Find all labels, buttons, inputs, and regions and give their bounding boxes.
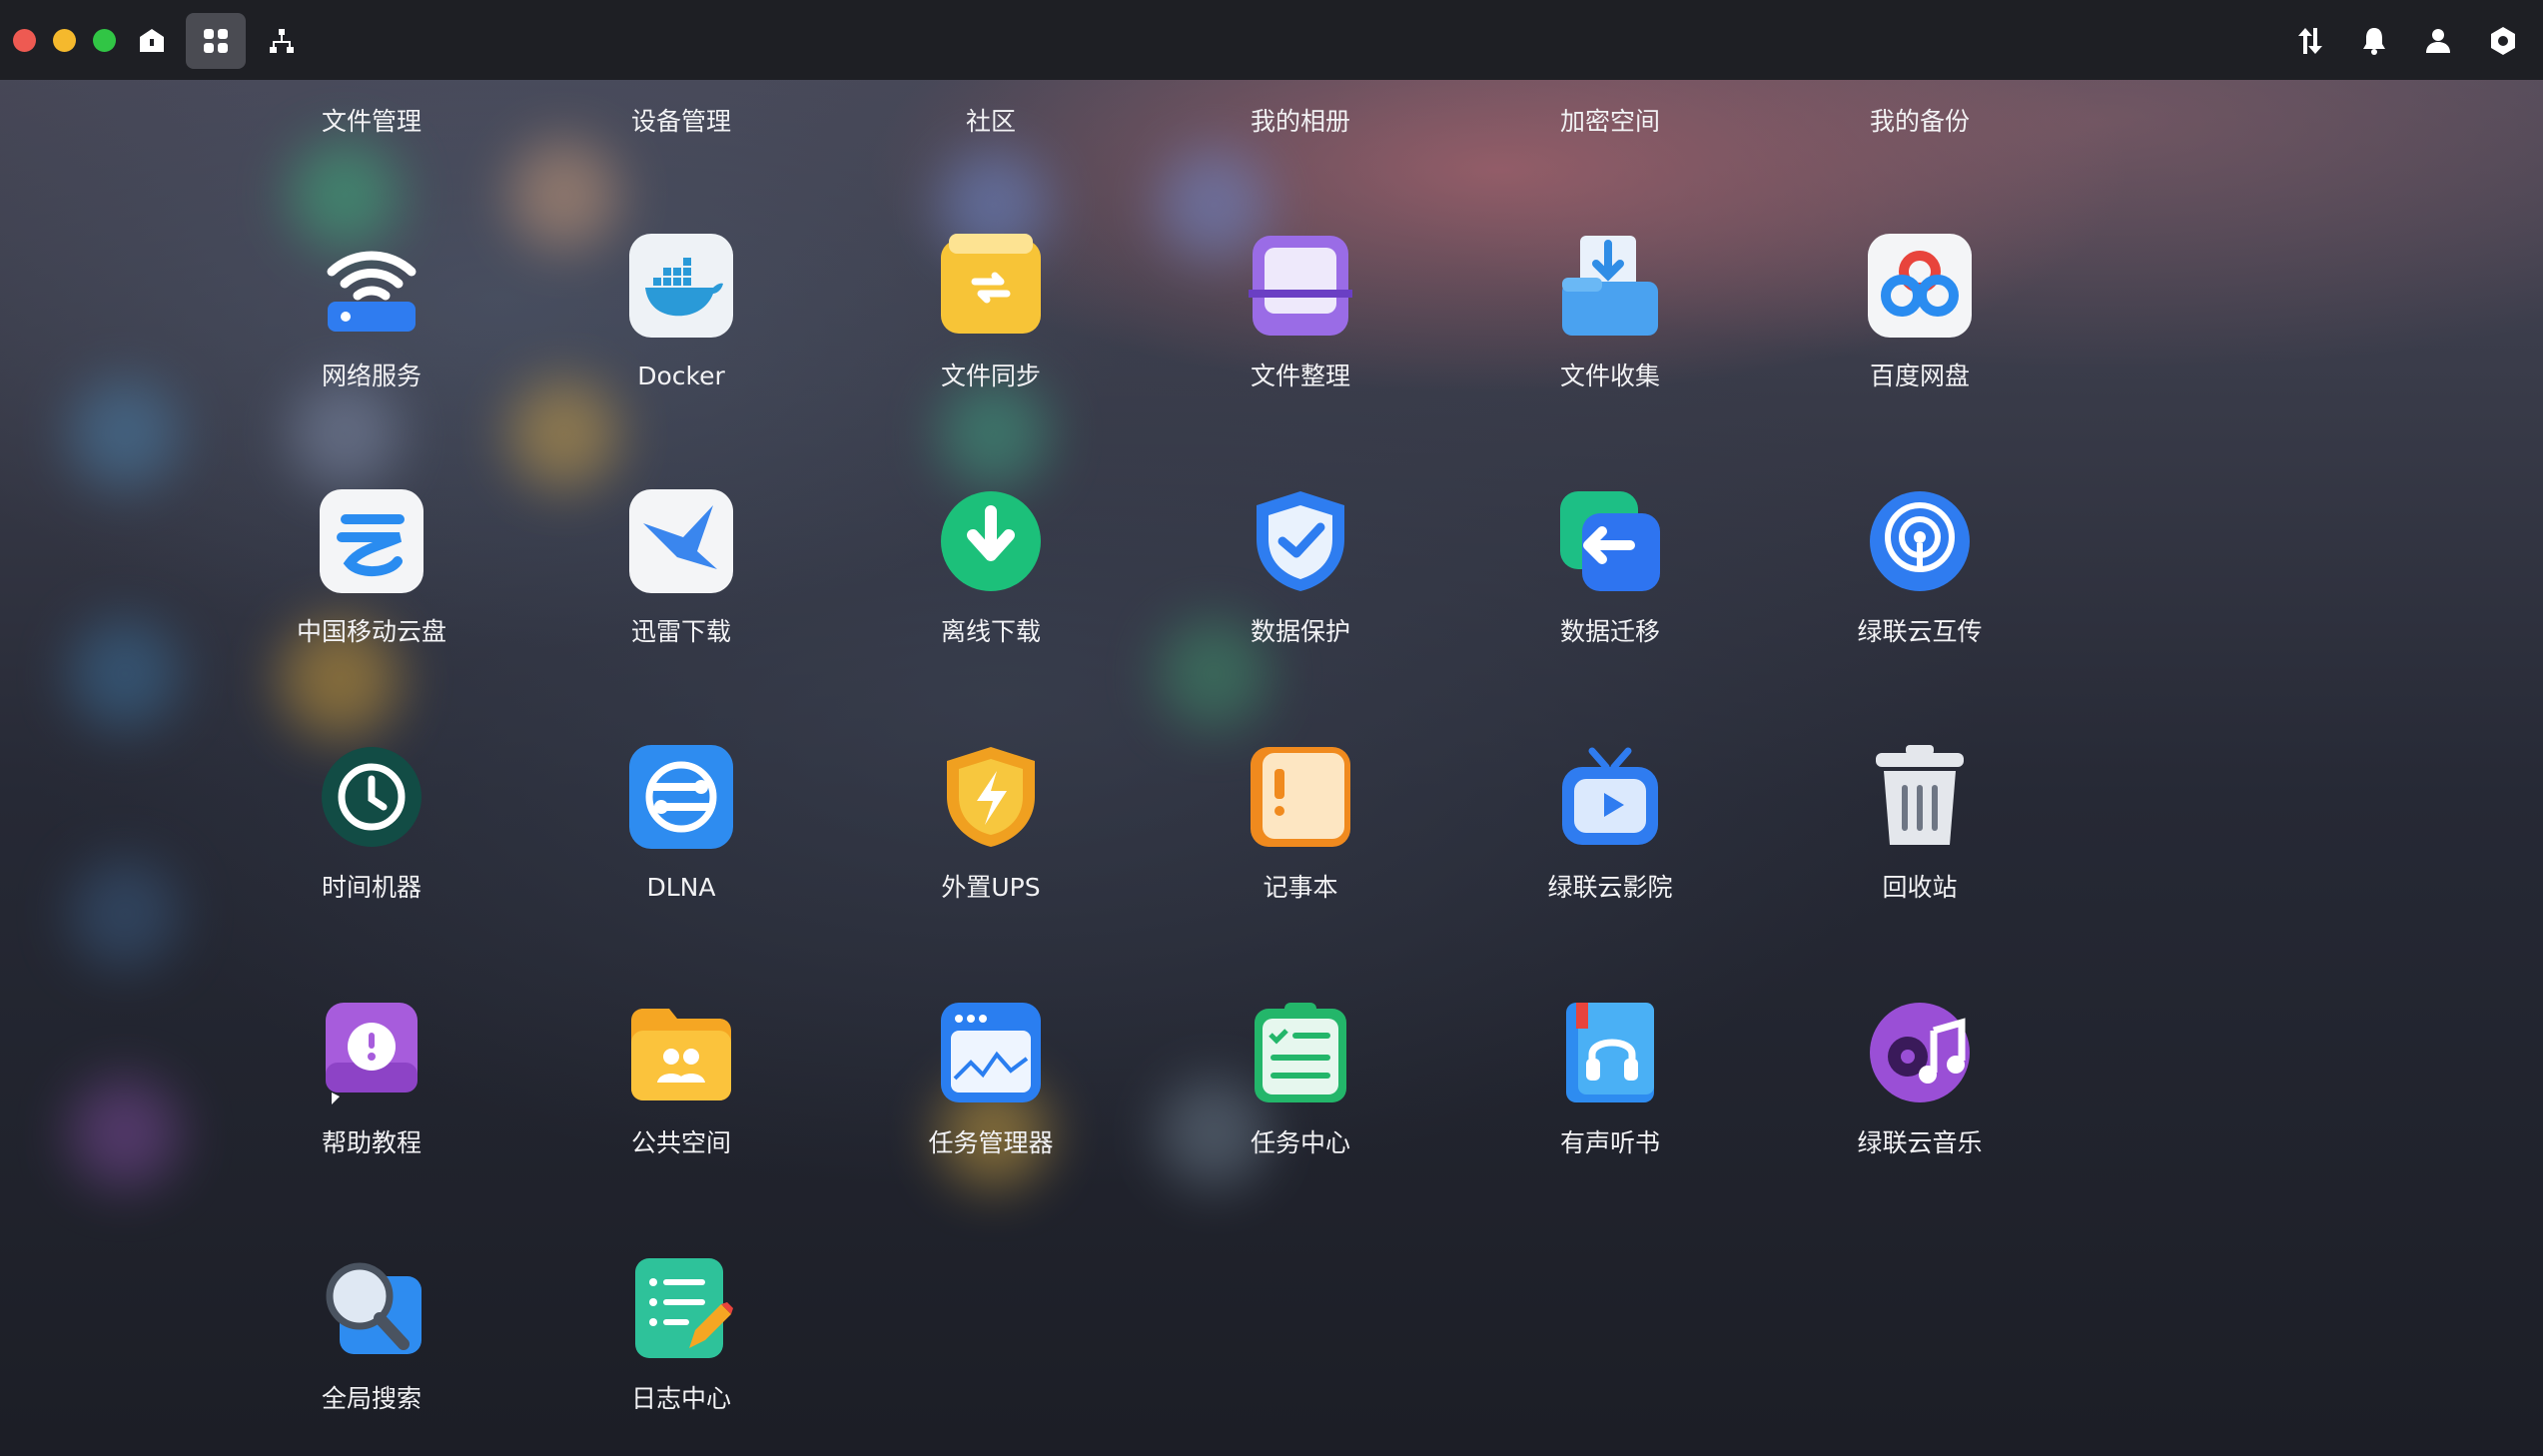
app-tile-22[interactable]: 有声听书 — [1490, 1001, 1730, 1200]
tv-play-icon — [1558, 745, 1662, 849]
app-tile-4[interactable]: 文件收集 — [1490, 234, 1730, 433]
audiobook-icon — [1558, 1001, 1662, 1104]
docker-whale-icon — [629, 234, 733, 338]
china-mobile-cloud-icon — [320, 489, 424, 593]
app-label: 网络服务 — [321, 362, 422, 390]
app-tile-5[interactable]: 百度网盘 — [1800, 234, 2040, 433]
app-label: 文件管理 — [321, 107, 422, 136]
app-label: Docker — [637, 362, 725, 390]
app-label: 我的备份 — [1869, 107, 1970, 136]
trash-bin-icon — [1868, 745, 1972, 849]
app-label: 文件同步 — [940, 362, 1041, 390]
app-label: 数据迁移 — [1559, 617, 1660, 646]
app-label: 文件收集 — [1559, 362, 1660, 390]
app-tile-1[interactable]: Docker — [561, 234, 801, 433]
home-icon[interactable] — [122, 13, 182, 69]
app-tile-15[interactable]: 记事本 — [1181, 745, 1420, 945]
app-label: 帮助教程 — [321, 1128, 422, 1157]
app-label: 时间机器 — [321, 873, 422, 902]
baidu-netdisk-icon — [1868, 234, 1972, 338]
notepad-icon — [1249, 745, 1352, 849]
app-label: 百度网盘 — [1869, 362, 1970, 390]
app-label: 我的相册 — [1250, 107, 1350, 136]
public-folder-icon — [629, 1001, 733, 1104]
app-tile-17[interactable]: 回收站 — [1800, 745, 2040, 945]
app-label: 回收站 — [1882, 873, 1958, 902]
help-tutorial-icon — [320, 1001, 424, 1104]
app-label: 中国移动云盘 — [296, 617, 446, 646]
app-tile-23[interactable]: 绿联云音乐 — [1800, 1001, 2040, 1200]
shield-check-icon — [1249, 489, 1352, 593]
ups-lightning-icon — [939, 745, 1043, 849]
top-bar — [0, 0, 2543, 80]
app-label: 绿联云互传 — [1857, 617, 1983, 646]
app-tile-25[interactable]: 日志中心 — [561, 1256, 801, 1456]
music-disc-icon — [1868, 1001, 1972, 1104]
app-tile-21[interactable]: 任务中心 — [1181, 1001, 1420, 1200]
app-tile-16[interactable]: 绿联云影院 — [1490, 745, 1730, 945]
file-sync-icon — [939, 234, 1043, 338]
app-label: 日志中心 — [630, 1384, 731, 1413]
user-icon[interactable] — [2408, 13, 2468, 69]
app-label: 公共空间 — [630, 1128, 731, 1157]
app-label: 社区 — [965, 107, 1016, 136]
minimize-dot[interactable] — [53, 29, 76, 52]
log-center-icon — [629, 1256, 733, 1360]
app-tile-9[interactable]: 数据保护 — [1181, 489, 1420, 689]
app-grid-icon[interactable] — [186, 13, 246, 69]
dlna-icon — [629, 745, 733, 849]
app-tile-11[interactable]: 绿联云互传 — [1800, 489, 2040, 689]
app-tile-0[interactable]: 网络服务 — [252, 234, 491, 433]
network-tree-icon[interactable] — [252, 13, 312, 69]
airdrop-signal-icon — [1868, 489, 1972, 593]
app-label: 任务管理器 — [928, 1128, 1054, 1157]
file-collect-icon — [1558, 234, 1662, 338]
task-center-icon — [1249, 1001, 1352, 1104]
app-tile-10[interactable]: 数据迁移 — [1490, 489, 1730, 689]
settings-hexagon-icon[interactable] — [2473, 13, 2533, 69]
app-tile-3[interactable]: 文件整理 — [1181, 234, 1420, 433]
app-tile-14[interactable]: 外置UPS — [871, 745, 1111, 945]
app-tile-13[interactable]: DLNA — [561, 745, 801, 945]
app-tile-8[interactable]: 离线下载 — [871, 489, 1111, 689]
app-label: 绿联云影院 — [1547, 873, 1673, 902]
xunlei-bird-icon — [629, 489, 733, 593]
app-label: 数据保护 — [1250, 617, 1350, 646]
app-label: 全局搜索 — [321, 1384, 422, 1413]
app-tile-2[interactable]: 文件同步 — [871, 234, 1111, 433]
app-tile-18[interactable]: 帮助教程 — [252, 1001, 491, 1200]
magnifier-search-icon — [320, 1256, 424, 1360]
file-organize-icon — [1249, 234, 1352, 338]
app-label: 迅雷下载 — [630, 617, 731, 646]
app-label: 外置UPS — [941, 873, 1041, 902]
maximize-dot[interactable] — [93, 29, 116, 52]
app-label: 加密空间 — [1559, 107, 1660, 136]
task-manager-icon — [939, 1001, 1043, 1104]
data-migration-icon — [1558, 489, 1662, 593]
offline-download-icon — [939, 489, 1043, 593]
app-label: DLNA — [646, 873, 716, 902]
wifi-router-icon — [320, 234, 424, 338]
app-label: 离线下载 — [940, 617, 1041, 646]
app-tile-24[interactable]: 全局搜索 — [252, 1256, 491, 1456]
app-label: 任务中心 — [1250, 1128, 1350, 1157]
app-label: 记事本 — [1263, 873, 1338, 902]
app-tile-12[interactable]: 时间机器 — [252, 745, 491, 945]
transfer-icon[interactable] — [2280, 13, 2340, 69]
app-tile-19[interactable]: 公共空间 — [561, 1001, 801, 1200]
app-label: 设备管理 — [630, 107, 731, 136]
app-tile-7[interactable]: 迅雷下载 — [561, 489, 801, 689]
bell-icon[interactable] — [2344, 13, 2404, 69]
app-label: 绿联云音乐 — [1857, 1128, 1983, 1157]
app-label: 有声听书 — [1559, 1128, 1660, 1157]
time-machine-icon — [320, 745, 424, 849]
close-dot[interactable] — [13, 29, 36, 52]
app-label: 文件整理 — [1250, 362, 1350, 390]
app-tile-20[interactable]: 任务管理器 — [871, 1001, 1111, 1200]
app-tile-6[interactable]: 中国移动云盘 — [252, 489, 491, 689]
